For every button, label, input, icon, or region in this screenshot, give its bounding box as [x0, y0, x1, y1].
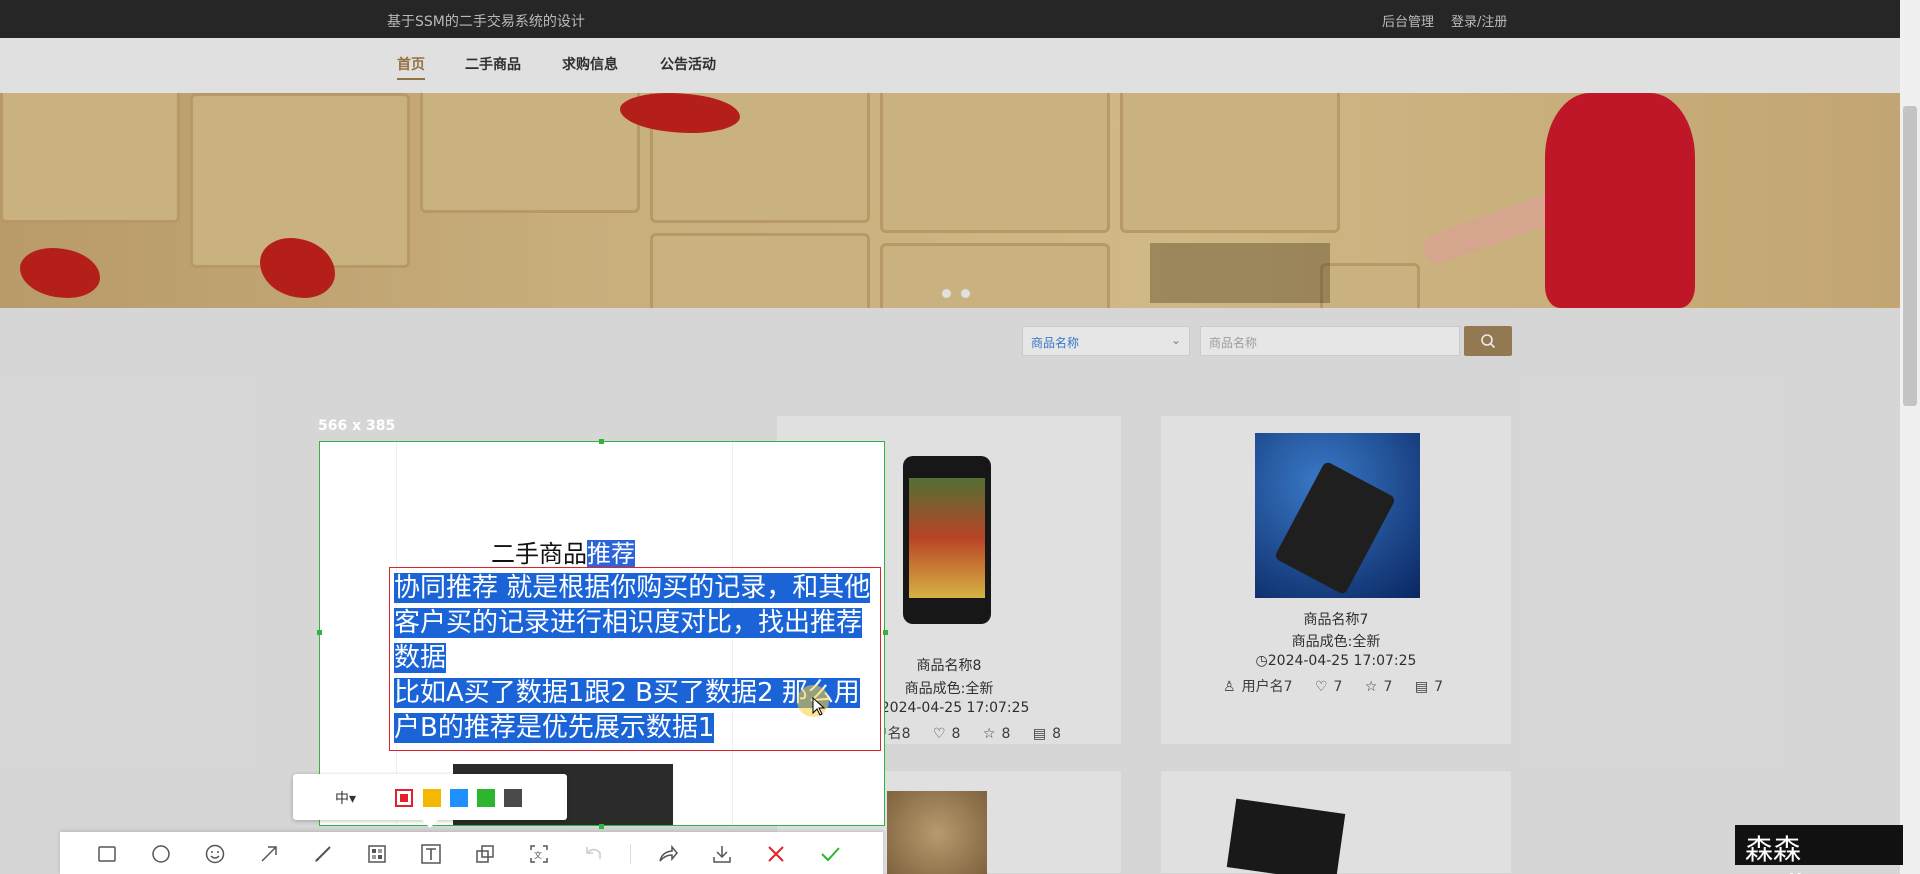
mouse-cursor-icon — [812, 697, 826, 716]
capture-toolbar: 文 — [60, 832, 883, 874]
undo-icon[interactable] — [582, 843, 604, 865]
mosaic-icon[interactable] — [366, 843, 388, 865]
toolbar-separator — [630, 844, 631, 864]
pen-icon[interactable] — [312, 843, 334, 865]
save-icon[interactable] — [711, 843, 733, 865]
emoji-icon[interactable] — [204, 843, 226, 865]
color-swatch-red[interactable] — [395, 789, 413, 807]
annotation-text-box[interactable]: 协同推荐 就是根据你购买的记录，和其他 客户买的记录进行相识度对比，找出推荐 数… — [389, 567, 881, 751]
color-swatch-green[interactable] — [477, 789, 495, 807]
confirm-icon[interactable] — [819, 843, 841, 865]
annotation-line: 户B的推荐是优先展示数据1 — [394, 713, 715, 743]
resize-handle[interactable] — [599, 824, 604, 829]
cancel-icon[interactable] — [765, 843, 787, 865]
rectangle-icon[interactable] — [96, 843, 118, 865]
capture-dim-overlay — [0, 0, 1920, 874]
text-icon[interactable] — [420, 843, 442, 865]
resize-handle[interactable] — [599, 439, 604, 444]
share-icon[interactable] — [657, 843, 679, 865]
svg-text:文: 文 — [534, 850, 542, 860]
watermark: 森森coding — [1735, 825, 1903, 874]
scrollbar-thumb[interactable] — [1903, 106, 1917, 406]
annotation-line: 客户买的记录进行相识度对比，找出推荐 — [394, 608, 863, 638]
capture-selection[interactable]: 二手商品推荐 协同推荐 就是根据你购买的记录，和其他 客户买的记录进行相识度对比… — [319, 441, 885, 826]
selection-size-label: 566 x 385 — [318, 418, 396, 434]
color-swatch-yellow[interactable] — [423, 789, 441, 807]
font-size-select[interactable]: 中▾ — [335, 788, 356, 808]
ellipse-icon[interactable] — [150, 843, 172, 865]
recommend-title: 二手商品推荐 — [491, 540, 635, 568]
color-swatch-blue[interactable] — [450, 789, 468, 807]
ocr-icon[interactable]: 文 — [528, 843, 550, 865]
annotation-line: 比如A买了数据1跟2 B买了数据2 那么用 — [394, 678, 860, 708]
resize-handle[interactable] — [883, 630, 888, 635]
color-swatch-gray[interactable] — [504, 789, 522, 807]
resize-handle[interactable] — [317, 630, 322, 635]
annotation-line: 协同推荐 就是根据你购买的记录，和其他 — [394, 573, 871, 603]
annotation-line: 数据 — [394, 643, 447, 673]
annotation-style-bar: 中▾ — [293, 774, 567, 828]
pin-icon[interactable] — [474, 843, 496, 865]
style-bar-pointer — [422, 820, 438, 828]
arrow-icon[interactable] — [258, 843, 280, 865]
